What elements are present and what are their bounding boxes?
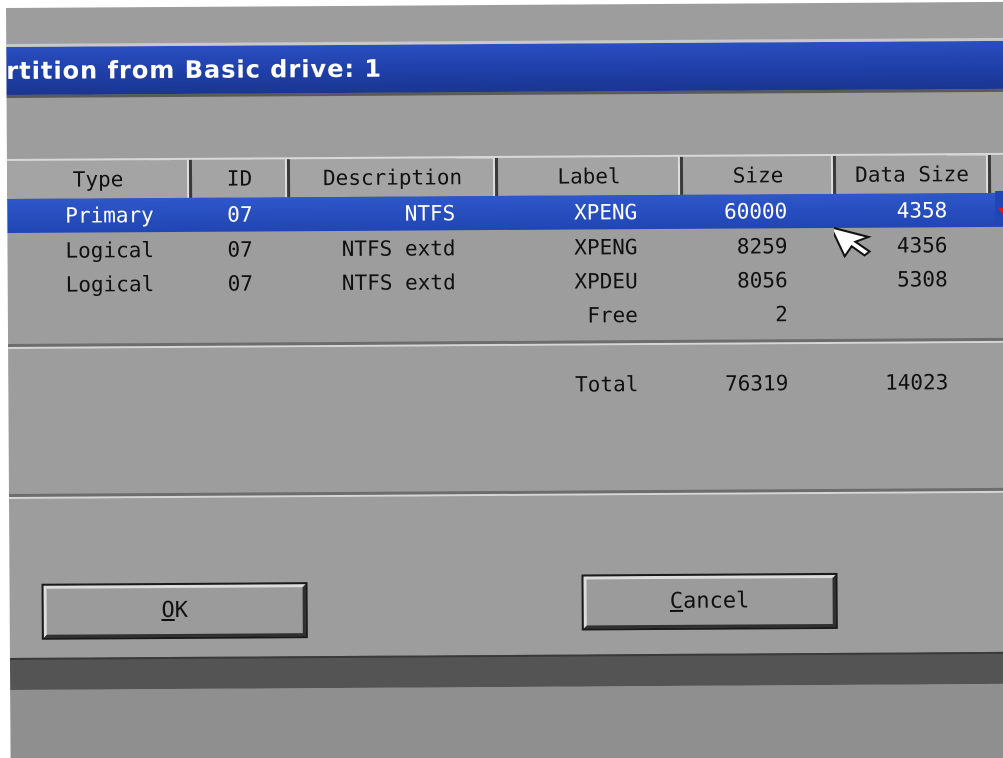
table-divider bbox=[8, 337, 1003, 349]
cell-id: 07 bbox=[227, 271, 254, 296]
background-window bbox=[10, 683, 1003, 758]
column-header-description[interactable]: Description bbox=[289, 157, 499, 198]
total-row: Total 76319 14023 bbox=[8, 362, 1003, 408]
cancel-button[interactable]: Cancel bbox=[581, 572, 838, 631]
cell-id: 07 bbox=[227, 202, 253, 227]
total-label: Total bbox=[575, 372, 639, 397]
column-header-data-size[interactable]: Data Size bbox=[835, 154, 992, 194]
cell-size: 8056 bbox=[737, 268, 788, 293]
cell-label: XPENG bbox=[573, 200, 638, 225]
mouse-pointer-icon bbox=[834, 225, 872, 258]
column-header-size[interactable]: Size bbox=[682, 155, 837, 195]
column-header-label[interactable]: Label bbox=[497, 156, 684, 196]
cell-size: 2 bbox=[775, 302, 788, 327]
cell-type: Primary bbox=[65, 203, 154, 228]
cell-size: 60000 bbox=[723, 199, 788, 224]
column-header-id[interactable]: ID bbox=[191, 159, 291, 198]
total-size: 76319 bbox=[725, 371, 789, 396]
screen: rtition from Basic drive: 1 Type ID Desc… bbox=[0, 0, 1003, 758]
dropdown-marker-icon bbox=[998, 207, 1003, 220]
column-header-type[interactable]: Type bbox=[6, 159, 193, 199]
dialog-title: rtition from Basic drive: 1 bbox=[6, 54, 383, 85]
section-divider bbox=[8, 487, 1003, 499]
cell-id: 07 bbox=[227, 237, 253, 262]
cell-label: XPDEU bbox=[574, 269, 638, 294]
ok-button[interactable]: OK bbox=[41, 582, 308, 640]
cell-type: Logical bbox=[65, 238, 155, 263]
cell-size: 8259 bbox=[736, 234, 788, 259]
cell-description: NTFS extd bbox=[341, 236, 456, 261]
cell-description: NTFS bbox=[404, 201, 456, 226]
total-data-size: 14023 bbox=[885, 370, 949, 395]
table-row-free[interactable]: Free 2 bbox=[8, 296, 1003, 336]
cell-label: Free bbox=[587, 303, 638, 328]
dialog-title-bar[interactable]: rtition from Basic drive: 1 bbox=[6, 37, 1003, 98]
cell-data-size: 5308 bbox=[897, 267, 948, 292]
cell-description: NTFS extd bbox=[341, 270, 456, 295]
cell-type: Logical bbox=[65, 272, 155, 297]
delete-partition-dialog: rtition from Basic drive: 1 Type ID Desc… bbox=[6, 1, 1003, 758]
cell-label: XPENG bbox=[574, 235, 638, 260]
